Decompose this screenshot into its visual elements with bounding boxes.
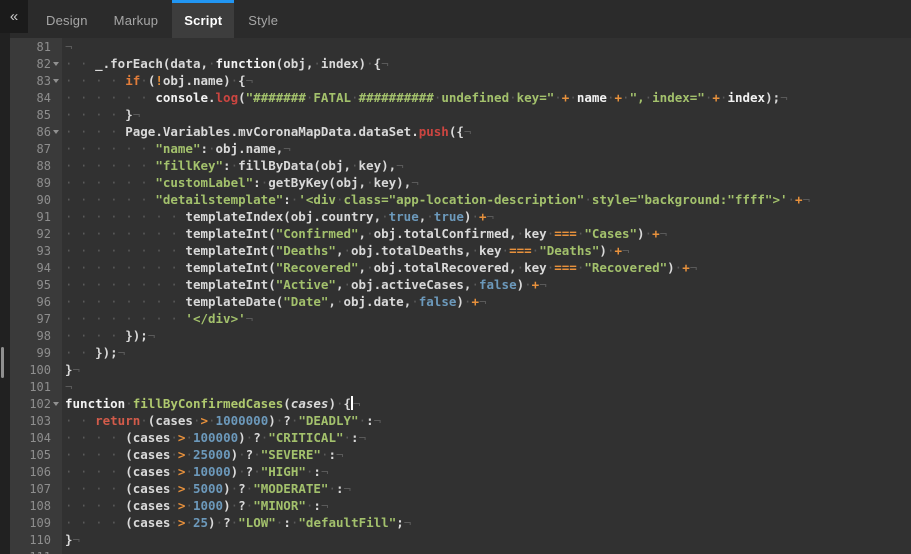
tab-list: DesignMarkupScriptStyle bbox=[33, 0, 911, 38]
line-number: 91 bbox=[10, 210, 51, 224]
code-line[interactable]: · · · · · · · · templateDate("Date",·obj… bbox=[65, 293, 911, 310]
left-scrollbar-thumb[interactable] bbox=[1, 347, 4, 378]
line-number: 98 bbox=[10, 329, 51, 343]
code-line[interactable]: · · · · · · · · templateInt("Recovered",… bbox=[65, 259, 911, 276]
code-line[interactable]: · · · · · · "detailstemplate":·'<div·cla… bbox=[65, 191, 911, 208]
line-number: 90 bbox=[10, 193, 51, 207]
code-editor: 81 82 83 84 85 86 87 88 89 90 91 92 93 94 95 96 97 98 99 10… bbox=[10, 38, 911, 554]
tab-script[interactable]: Script bbox=[172, 0, 234, 38]
line-number: 85 bbox=[10, 108, 51, 122]
code-line[interactable]: · · _.forEach(data,·function(obj,·index)… bbox=[65, 55, 911, 72]
line-number: 111 bbox=[10, 550, 51, 554]
line-number: 89 bbox=[10, 176, 51, 190]
line-number: 92 bbox=[10, 227, 51, 241]
code-line[interactable]: · · · · (cases·>·10000)·?·"HIGH"·:¬ bbox=[65, 463, 911, 480]
code-line[interactable]: · · · · });¬ bbox=[65, 327, 911, 344]
code-line[interactable]: function·fillByConfirmedCases(cases)·{¬ bbox=[65, 395, 911, 412]
line-number: 109 bbox=[10, 516, 51, 530]
code-line[interactable]: · · · · (cases·>·100000)·?·"CRITICAL"·:¬ bbox=[65, 429, 911, 446]
code-line[interactable]: ¬ bbox=[65, 548, 911, 554]
fold-toggle-icon[interactable] bbox=[51, 78, 62, 83]
code-line[interactable]: }¬ bbox=[65, 531, 911, 548]
code-line[interactable]: · · · · Page.Variables.mvCoronaMapData.d… bbox=[65, 123, 911, 140]
code-line[interactable]: }¬ bbox=[65, 361, 911, 378]
tab-design[interactable]: Design bbox=[34, 0, 100, 38]
line-number: 108 bbox=[10, 499, 51, 513]
line-number: 88 bbox=[10, 159, 51, 173]
line-number: 93 bbox=[10, 244, 51, 258]
line-number: 106 bbox=[10, 465, 51, 479]
chevron-double-left-icon: « bbox=[10, 9, 18, 24]
code-lines: ¬· · _.forEach(data,·function(obj,·index… bbox=[65, 38, 911, 554]
line-number: 105 bbox=[10, 448, 51, 462]
code-line[interactable]: · · · · · · "fillKey":·fillByData(obj,·k… bbox=[65, 157, 911, 174]
code-line[interactable]: · · · · · · "name":·obj.name,¬ bbox=[65, 140, 911, 157]
line-number: 100 bbox=[10, 363, 51, 377]
line-number: 99 bbox=[10, 346, 51, 360]
line-number: 96 bbox=[10, 295, 51, 309]
code-line[interactable]: ¬ bbox=[65, 378, 911, 395]
code-line[interactable]: · · · · · · "customLabel":·getByKey(obj,… bbox=[65, 174, 911, 191]
code-line[interactable]: ¬ bbox=[65, 38, 911, 55]
gutter: 81 82 83 84 85 86 87 88 89 90 91 92 93 94 95 96 97 98 99 10… bbox=[10, 38, 62, 554]
line-number: 97 bbox=[10, 312, 51, 326]
code-line[interactable]: · · · · (cases·>·5000)·?·"MODERATE"·:¬ bbox=[65, 480, 911, 497]
line-number: 107 bbox=[10, 482, 51, 496]
code-line[interactable]: · · · · (cases·>·25)·?·"LOW"·:·"defaultF… bbox=[65, 514, 911, 531]
editor-tab-bar: DesignMarkupScriptStyle bbox=[0, 0, 911, 38]
line-number: 104 bbox=[10, 431, 51, 445]
tab-style[interactable]: Style bbox=[236, 0, 290, 38]
code-area[interactable]: ¬· · _.forEach(data,·function(obj,·index… bbox=[62, 38, 911, 554]
code-line[interactable]: · · · · if·(!obj.name)·{¬ bbox=[65, 72, 911, 89]
code-line[interactable]: · · · · · · · · templateIndex(obj.countr… bbox=[65, 208, 911, 225]
code-line[interactable]: · · · · · · · · templateInt("Deaths",·ob… bbox=[65, 242, 911, 259]
code-line[interactable]: · · · · · · · · templateInt("Active",·ob… bbox=[65, 276, 911, 293]
line-number: 82 bbox=[10, 57, 51, 71]
script-editor-window: DesignMarkupScriptStyle « 81 82 83 84 85 86 87… bbox=[0, 0, 911, 554]
code-line[interactable]: · · return·(cases·>·1000000)·?·"DEADLY"·… bbox=[65, 412, 911, 429]
line-number: 101 bbox=[10, 380, 51, 394]
line-number: 83 bbox=[10, 74, 51, 88]
tab-markup[interactable]: Markup bbox=[102, 0, 171, 38]
fold-toggle-icon[interactable] bbox=[51, 61, 62, 66]
fold-toggle-icon[interactable] bbox=[51, 129, 62, 134]
line-number: 84 bbox=[10, 91, 51, 105]
collapse-panel-button[interactable]: « bbox=[0, 0, 28, 33]
line-number: 102 bbox=[10, 397, 51, 411]
left-panel-strip bbox=[0, 33, 10, 554]
line-number: 110 bbox=[10, 533, 51, 547]
line-number: 81 bbox=[10, 40, 51, 54]
code-line[interactable]: · · · · · · · · '</div>'¬ bbox=[65, 310, 911, 327]
code-line[interactable]: · · · · (cases·>·25000)·?·"SEVERE"·:¬ bbox=[65, 446, 911, 463]
line-number: 95 bbox=[10, 278, 51, 292]
code-line[interactable]: · · · · }¬ bbox=[65, 106, 911, 123]
code-line[interactable]: · · · · · · console.log("#######·FATAL·#… bbox=[65, 89, 911, 106]
code-line[interactable]: · · · · (cases·>·1000)·?·"MINOR"·:¬ bbox=[65, 497, 911, 514]
line-number: 94 bbox=[10, 261, 51, 275]
fold-toggle-icon[interactable] bbox=[51, 401, 62, 406]
code-line[interactable]: · · });¬ bbox=[65, 344, 911, 361]
line-number: 87 bbox=[10, 142, 51, 156]
code-line[interactable]: · · · · · · · · templateInt("Confirmed",… bbox=[65, 225, 911, 242]
line-number: 103 bbox=[10, 414, 51, 428]
line-number: 86 bbox=[10, 125, 51, 139]
